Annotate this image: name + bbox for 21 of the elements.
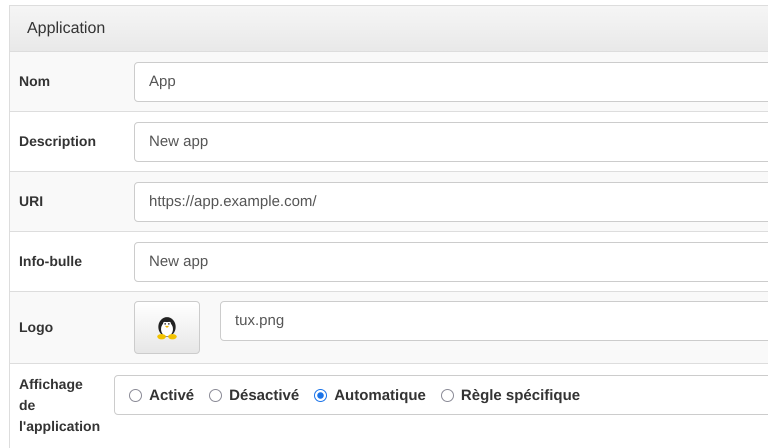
panel-title: Application	[27, 20, 106, 38]
radio-button[interactable]	[314, 388, 328, 402]
field-label: Nom	[18, 72, 52, 91]
radio-button[interactable]	[440, 388, 454, 402]
text-field[interactable]: https://app.example.com/	[134, 182, 768, 222]
field-label: Logo	[18, 318, 54, 337]
logo-button[interactable]	[134, 301, 200, 354]
field-label: Affichage de l'application	[18, 375, 100, 436]
radio-label[interactable]: Règle spécifique	[460, 386, 580, 404]
radio-label[interactable]: Activé	[149, 386, 194, 404]
radio-button[interactable]	[129, 388, 142, 402]
field-label: Info-bulle	[18, 252, 83, 271]
field-label: Description	[18, 132, 98, 151]
text-field[interactable]: App	[134, 62, 768, 102]
radio-label[interactable]: Désactivé	[229, 386, 300, 404]
text-field[interactable]: New app	[134, 122, 768, 162]
file-name-field[interactable]: tux.png	[220, 300, 768, 340]
field-label: URI	[18, 192, 44, 211]
radio-button[interactable]	[209, 388, 222, 402]
text-field[interactable]: New app	[134, 242, 768, 282]
radio-label[interactable]: Automatique	[334, 386, 426, 404]
